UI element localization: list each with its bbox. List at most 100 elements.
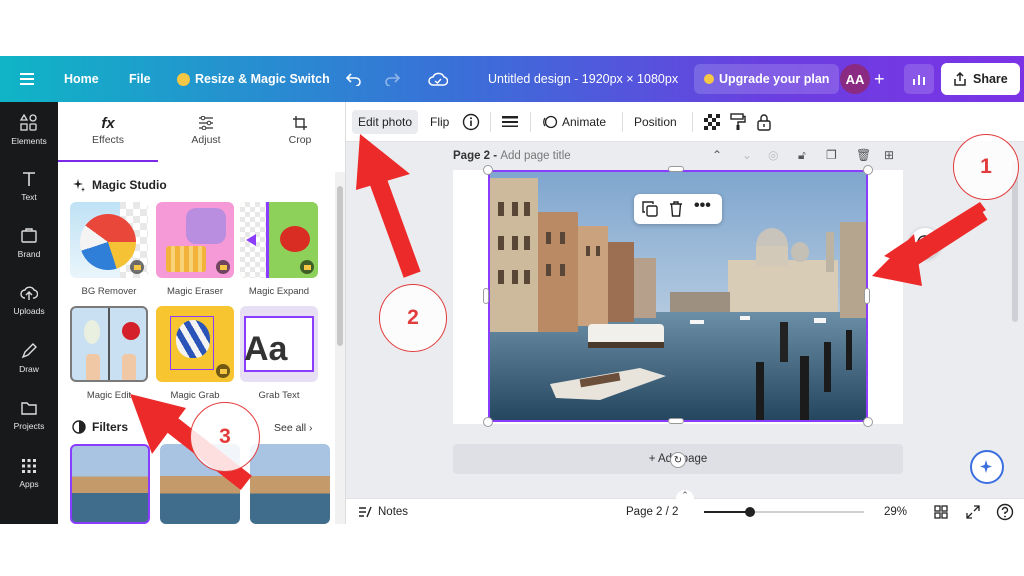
zoom-level[interactable]: 29%	[884, 499, 907, 524]
undo-icon[interactable]	[346, 56, 362, 102]
toolbar-divider	[622, 112, 623, 132]
help-icon[interactable]	[996, 499, 1014, 524]
delete-page-icon[interactable]: 🗑︎	[856, 148, 871, 162]
magic-eraser-tool[interactable]	[156, 202, 234, 278]
home-button[interactable]: Home	[64, 56, 99, 102]
share-button[interactable]: Share	[941, 63, 1020, 95]
pro-badge-icon	[216, 260, 230, 274]
tab-crop[interactable]: Crop	[252, 112, 345, 162]
insights-icon[interactable]	[904, 64, 934, 94]
resize-handle[interactable]	[864, 288, 870, 304]
notes-button[interactable]: Notes	[358, 499, 408, 524]
magic-assistant-icon[interactable]	[970, 450, 1004, 484]
resize-handle[interactable]	[483, 165, 493, 175]
scrollbar-thumb[interactable]	[337, 186, 343, 346]
rail-item-apps[interactable]: Apps	[0, 445, 58, 501]
info-icon[interactable]	[462, 110, 480, 134]
apps-icon	[22, 459, 36, 473]
crown-icon	[177, 72, 190, 86]
upgrade-button[interactable]: Upgrade your plan	[694, 64, 840, 94]
tab-effects[interactable]: fx Effects	[60, 112, 156, 162]
magic-studio-label: Magic Studio	[92, 178, 167, 192]
add-collaborator-icon[interactable]: +	[874, 56, 885, 102]
resize-handle[interactable]	[863, 417, 873, 427]
tool-label: Magic Grab	[170, 390, 220, 401]
filter-thumb[interactable]	[250, 444, 330, 524]
magic-edit-tool[interactable]	[70, 306, 148, 382]
pro-badge-icon	[300, 260, 314, 274]
footer-bar: Notes ⌃ Page 2 / 2 29%	[346, 490, 1024, 524]
zoom-slider-knob[interactable]	[745, 507, 756, 517]
rail-item-uploads[interactable]: Uploads	[0, 272, 58, 328]
resize-handle[interactable]	[668, 166, 684, 172]
magic-studio-heading: Magic Studio	[72, 178, 167, 192]
position-button[interactable]: Position	[634, 110, 677, 134]
rail-label: Uploads	[13, 306, 45, 316]
page-title-placeholder: Add page title	[500, 150, 571, 162]
rail-item-elements[interactable]: Elements	[0, 102, 58, 158]
document-title[interactable]: Untitled design - 1920px × 1080px	[488, 56, 678, 102]
tool-label: Magic Edit	[86, 390, 132, 401]
elements-icon	[20, 114, 37, 131]
grid-view-icon[interactable]	[934, 499, 948, 524]
add-page-icon[interactable]: ⊞	[884, 148, 894, 162]
draw-icon	[21, 343, 37, 359]
resize-handle[interactable]	[483, 288, 489, 304]
rotate-icon[interactable]: ↻	[670, 452, 686, 468]
cloud-saved-icon[interactable]	[428, 56, 448, 102]
notes-icon	[359, 506, 372, 518]
magic-expand-tool[interactable]	[240, 202, 318, 278]
transparency-icon[interactable]	[704, 110, 720, 134]
tool-label: Magic Expand	[248, 286, 310, 297]
paint-roller-icon[interactable]	[730, 110, 746, 134]
page-counter[interactable]: Page 2 / 2	[626, 499, 678, 524]
notes-label: Notes	[378, 506, 409, 518]
border-style-icon[interactable]	[502, 110, 518, 134]
lock-page-icon[interactable]: 🔓︎	[798, 148, 806, 163]
tab-adjust[interactable]: Adjust	[158, 112, 254, 162]
duplicate-icon[interactable]	[642, 201, 658, 222]
comment-icon[interactable]	[910, 228, 940, 258]
pro-badge-icon	[216, 364, 230, 378]
share-icon	[954, 72, 966, 86]
bg-remover-tool[interactable]	[70, 202, 148, 278]
tab-label: Adjust	[191, 134, 221, 146]
resize-handle[interactable]	[483, 417, 493, 427]
filters-icon	[72, 420, 86, 434]
resize-handle[interactable]	[863, 165, 873, 175]
filter-thumb[interactable]	[70, 444, 150, 524]
zoom-slider-fill	[704, 511, 751, 513]
chevron-down-icon[interactable]: ⌄	[742, 148, 752, 162]
file-menu[interactable]: File	[129, 56, 151, 102]
rail-item-text[interactable]: Text	[0, 158, 58, 214]
delete-icon[interactable]	[668, 201, 684, 222]
resize-button[interactable]: Resize & Magic Switch	[177, 56, 330, 102]
tool-label: BG Remover	[81, 286, 137, 297]
duplicate-page-icon[interactable]: ❐	[826, 148, 837, 162]
filters-label: Filters	[92, 420, 129, 434]
crop-icon	[292, 112, 308, 134]
redo-icon[interactable]	[384, 56, 400, 102]
page-title[interactable]: Page 2 - Add page title	[453, 150, 571, 162]
grab-text-tool[interactable]: Aa	[240, 306, 318, 382]
menu-icon[interactable]	[20, 56, 34, 102]
rail-item-projects[interactable]: Projects	[0, 387, 58, 443]
toolbar-divider	[530, 112, 531, 132]
animate-button[interactable]: Animate	[542, 110, 606, 134]
chevron-up-icon[interactable]: ⌃	[712, 148, 722, 162]
grab-text-sample: Aa	[244, 330, 288, 368]
edit-photo-button[interactable]: Edit photo	[352, 110, 419, 134]
user-avatar[interactable]: AA	[840, 64, 870, 94]
rail-item-draw[interactable]: Draw	[0, 330, 58, 386]
hide-page-icon[interactable]: ◎	[768, 148, 778, 162]
more-options-icon[interactable]: •••	[694, 197, 711, 215]
lock-icon[interactable]	[756, 110, 772, 134]
magic-grab-tool[interactable]	[156, 306, 234, 382]
panel-scrollbar[interactable]	[335, 172, 345, 524]
fullscreen-icon[interactable]	[966, 499, 980, 524]
flip-button[interactable]: Flip	[430, 110, 449, 134]
expand-pages-icon[interactable]: ⌃	[676, 490, 694, 500]
see-all-link[interactable]: See all ›	[274, 422, 313, 434]
rail-item-brand[interactable]: Brand	[0, 215, 58, 271]
resize-handle[interactable]	[668, 418, 684, 424]
